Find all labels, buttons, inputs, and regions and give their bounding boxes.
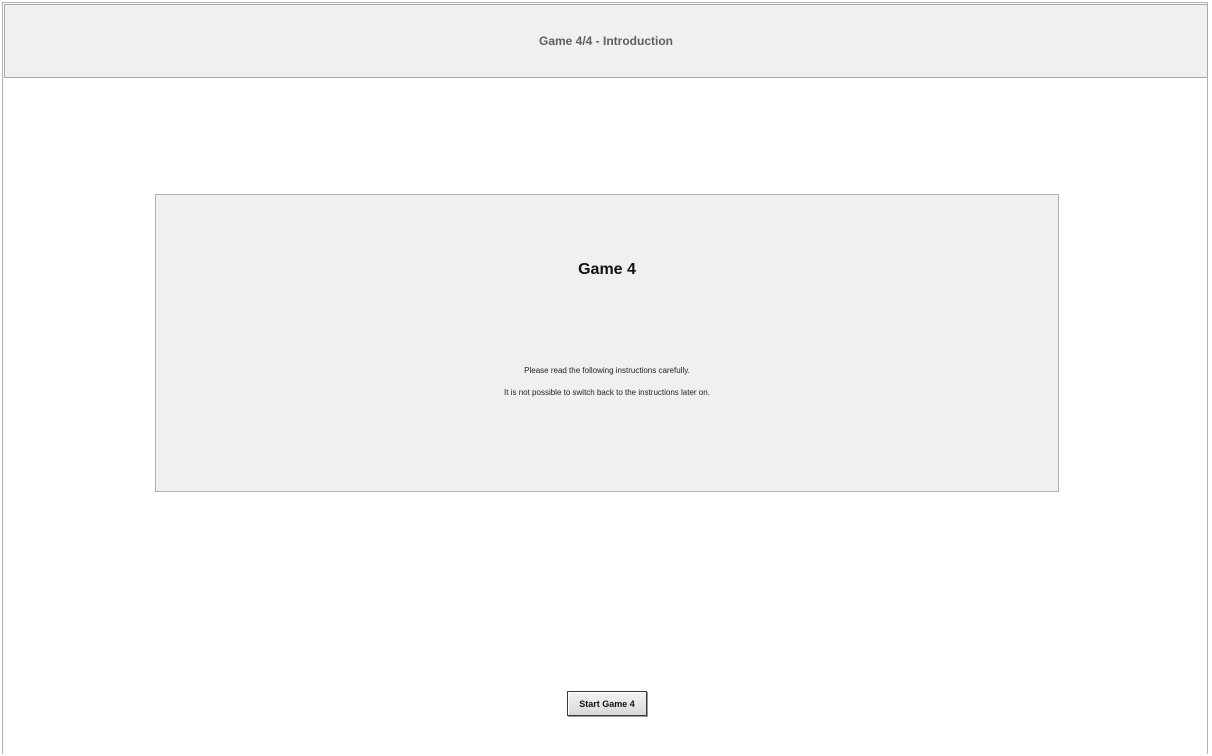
instructions-panel: Game 4 Please read the following instruc…	[155, 194, 1059, 492]
page-header: Game 4/4 - Introduction	[4, 4, 1208, 78]
start-game-button[interactable]: Start Game 4	[567, 691, 647, 716]
instruction-text: Please read the following instructions c…	[524, 366, 690, 375]
panel-title: Game 4	[578, 261, 636, 278]
page-title: Game 4/4 - Introduction	[538, 34, 673, 48]
instruction-text: It is not possible to switch back to the…	[504, 388, 710, 397]
